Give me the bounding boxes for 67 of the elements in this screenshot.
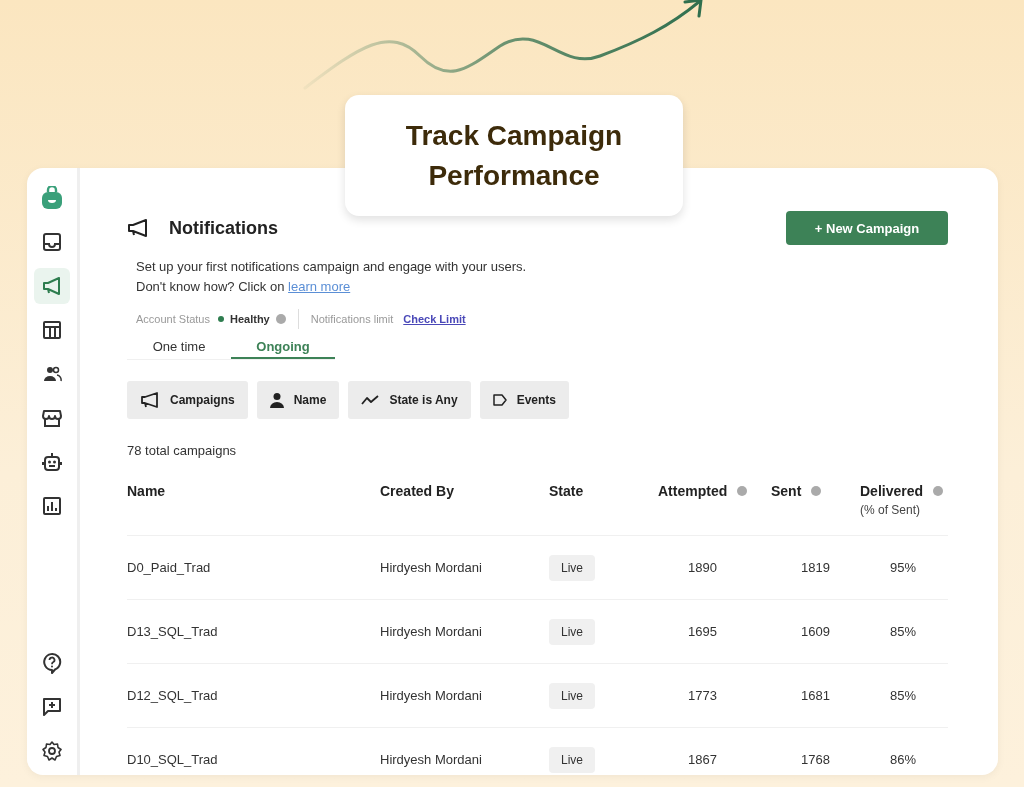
robot-icon xyxy=(42,452,62,472)
check-limit-link[interactable]: Check Limit xyxy=(403,313,466,325)
table-cell: 1695 xyxy=(688,624,717,639)
info-icon xyxy=(933,486,944,496)
column-header: Created By xyxy=(380,483,454,499)
bag-icon xyxy=(41,186,63,210)
total-count: 78 total campaigns xyxy=(127,443,238,458)
column-header: Delivered xyxy=(860,483,924,499)
store-icon xyxy=(42,408,62,428)
table-cell: Hirdyesh Mordani xyxy=(380,624,482,639)
table-cell: 1773 xyxy=(688,688,717,703)
state-badge: Live xyxy=(549,683,595,709)
settings-icon xyxy=(42,741,62,761)
state-badge: Live xyxy=(549,555,595,581)
table-cell: 1819 xyxy=(801,560,830,575)
column-header: Sent xyxy=(771,483,802,499)
headline: Track Campaign Performance xyxy=(404,118,624,193)
filter-button[interactable]: State is Any xyxy=(348,381,471,419)
info-icon xyxy=(275,314,286,324)
page-title: Notifications xyxy=(169,217,278,239)
status-value: Healthy xyxy=(230,313,270,325)
column-subheader: (% of Sent) xyxy=(860,503,922,517)
trend-icon xyxy=(361,394,380,406)
filter-button[interactable]: Name xyxy=(256,381,340,419)
megaphone-icon xyxy=(42,277,62,295)
megaphone-icon xyxy=(140,392,160,408)
table-cell: 86% xyxy=(890,752,917,767)
table-cell: 1768 xyxy=(801,752,830,767)
column-header: Attempted xyxy=(658,483,728,499)
table-cell: 1681 xyxy=(801,688,830,703)
column-header: State xyxy=(549,483,584,499)
table-cell: D10_SQL_Trad xyxy=(127,752,218,767)
column-header: Name xyxy=(127,483,166,499)
state-badge: Live xyxy=(549,619,595,645)
filter-button[interactable]: Campaigns xyxy=(127,381,248,419)
tab[interactable]: One time xyxy=(127,335,231,359)
new-campaign-button[interactable]: + New Campaign xyxy=(786,211,948,245)
table-cell: D0_Paid_Trad xyxy=(127,560,211,575)
table-cell: 95% xyxy=(890,560,917,575)
megaphone-icon xyxy=(127,219,149,237)
table-cell: 85% xyxy=(890,624,917,639)
table-cell: Hirdyesh Mordani xyxy=(380,752,482,767)
bar-chart-icon xyxy=(42,496,62,516)
description: Set up your first notifications campaign and engage with your users. xyxy=(136,258,528,276)
state-badge: Live xyxy=(549,747,595,773)
info-icon xyxy=(737,486,748,496)
tab[interactable]: Ongoing xyxy=(231,335,335,359)
table-cell: Hirdyesh Mordani xyxy=(380,560,482,575)
info-icon xyxy=(811,486,822,496)
table-cell: 1890 xyxy=(688,560,717,575)
status-label: Account Status xyxy=(136,313,210,325)
people-icon xyxy=(42,365,62,383)
person-icon xyxy=(269,392,284,408)
feedback-icon xyxy=(42,697,62,717)
table-cell: 85% xyxy=(890,688,917,703)
tag-icon xyxy=(492,394,507,406)
filter-button[interactable]: Events xyxy=(479,381,569,419)
layout-icon xyxy=(42,320,62,340)
inbox-icon xyxy=(42,232,62,252)
table-cell: D13_SQL_Trad xyxy=(127,624,218,639)
table-cell: Hirdyesh Mordani xyxy=(380,688,482,703)
table-cell: 1609 xyxy=(801,624,830,639)
table-cell: D12_SQL_Trad xyxy=(127,688,218,703)
limit-label: Notifications limit xyxy=(310,313,394,325)
help-text: Don't know how? Click on learn more xyxy=(136,278,352,296)
help-icon xyxy=(42,652,62,674)
table-cell: 1867 xyxy=(688,752,717,767)
